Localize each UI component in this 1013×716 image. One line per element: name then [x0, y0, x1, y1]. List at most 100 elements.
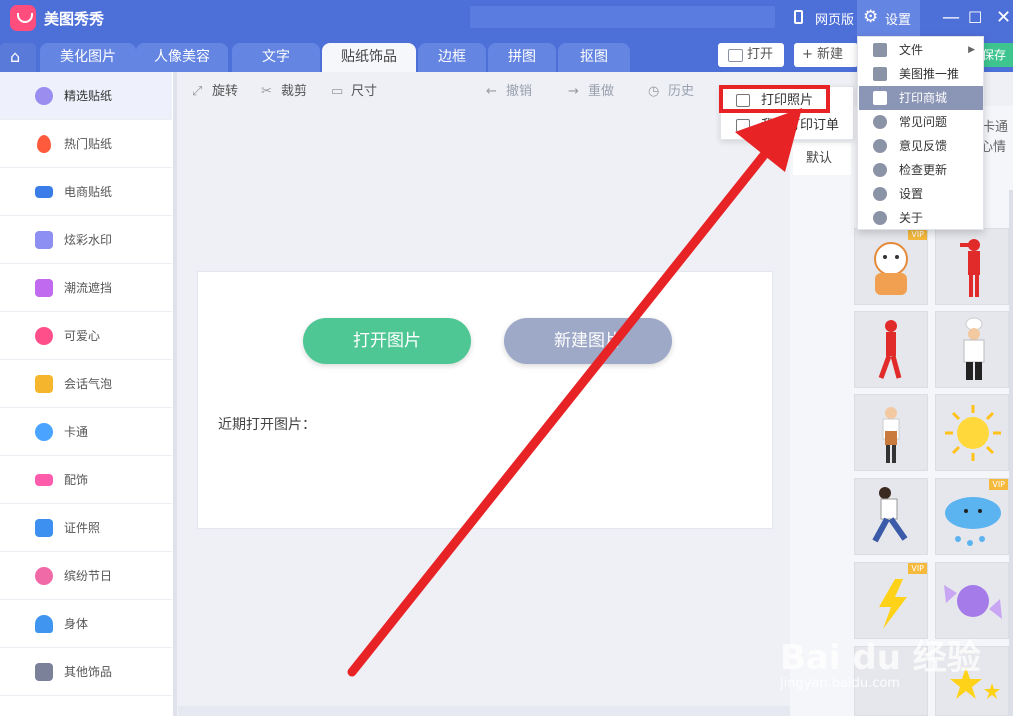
minimize-icon[interactable]: — — [942, 7, 960, 28]
menu-item-label: 美图推一推 — [899, 67, 960, 81]
size-tool[interactable]: ▭ 尺寸 — [331, 80, 377, 99]
sticker-sun[interactable] — [935, 394, 1009, 471]
printer-icon — [873, 91, 887, 105]
speech-bubble-icon — [35, 375, 53, 393]
sidebar-item-id-photo[interactable]: 证件照 — [0, 504, 172, 552]
vip-badge: VIP — [908, 229, 927, 240]
lucky-cat-icon — [874, 242, 908, 295]
menu-item-faq[interactable]: 常见问题 — [859, 110, 983, 134]
feedback-icon — [873, 139, 887, 153]
grid-icon — [35, 663, 53, 681]
redo-arrow-icon: → — [568, 84, 579, 99]
sticker-rain-cloud[interactable]: VIP — [935, 478, 1009, 555]
bottom-status-bar — [178, 706, 790, 716]
bear-icon — [35, 423, 53, 441]
walking-silhouette-icon — [878, 320, 902, 379]
tab-border[interactable]: 边框 — [418, 43, 486, 72]
new-button[interactable]: + 新建 — [794, 43, 858, 67]
menu-item-label: 检查更新 — [899, 163, 948, 177]
baidu-watermark: Bai du 经验 — [780, 638, 981, 678]
tab-text[interactable]: 文字 — [232, 43, 320, 72]
settings-dropdown-menu: 文件 ▶ 美图推一推 打印商城 常见问题 意见反馈 检查更新 设置 关于 — [857, 36, 984, 230]
sidebar-item-hearts[interactable]: 可爱心 — [0, 312, 172, 360]
sticker-waiter[interactable] — [854, 394, 928, 471]
panel-tab-cartoon-partial[interactable]: 卡通 — [982, 116, 1008, 135]
sticker-panel-scrollbar[interactable] — [1009, 190, 1013, 716]
rotate-tool[interactable]: ⤢ 旋转 — [192, 80, 238, 99]
sidebar-scrollbar[interactable] — [173, 72, 177, 716]
sidebar-item-label: 其他饰品 — [64, 665, 113, 679]
sidebar-item-accessories[interactable]: 配饰 — [0, 456, 172, 504]
new-image-button[interactable]: 新建图片 — [504, 318, 672, 364]
tab-default[interactable]: 默认 — [793, 143, 851, 175]
candy-icon — [944, 585, 1002, 619]
sidebar-item-watermark[interactable]: 炫彩水印 — [0, 216, 172, 264]
crop-tool[interactable]: ✂ 裁剪 — [261, 80, 307, 99]
close-icon[interactable]: ✕ — [996, 7, 1011, 28]
sidebar-item-hot[interactable]: 热门贴纸 — [0, 120, 172, 168]
sidebar-item-featured[interactable]: 精选贴纸 — [0, 72, 172, 120]
balloon-icon — [35, 567, 53, 585]
crop-label: 裁剪 — [281, 84, 308, 99]
sidebar-item-ecommerce[interactable]: 电商贴纸 — [0, 168, 172, 216]
history-tool[interactable]: ◷ 历史 — [648, 80, 694, 99]
tab-portrait[interactable]: 人像美容 — [136, 43, 228, 72]
history-label: 历史 — [668, 84, 695, 99]
menu-item-print-mall[interactable]: 打印商城 — [859, 86, 983, 110]
sidebar-item-other[interactable]: 其他饰品 — [0, 648, 172, 696]
recent-images-label: 近期打开图片： — [218, 417, 316, 433]
undo-arrow-icon: ← — [486, 84, 497, 99]
edit-toolbar: ⤢ 旋转 ✂ 裁剪 ▭ 尺寸 ← 撤销 → 重做 ◷ 历史 — [178, 72, 790, 106]
web-version-button[interactable]: 网页版 — [815, 9, 854, 28]
tab-beautify[interactable]: 美化图片 — [40, 43, 136, 72]
my-print-orders-item[interactable]: 我的打印订单 — [721, 113, 853, 139]
gear-icon: ⚙ — [863, 7, 879, 27]
open-button[interactable]: 打开 — [718, 43, 784, 67]
app-logo-icon — [10, 5, 36, 31]
heart-icon — [35, 327, 53, 345]
menu-item-file[interactable]: 文件 ▶ — [859, 38, 983, 62]
sidebar-item-label: 可爱心 — [64, 329, 101, 343]
bow-icon — [35, 474, 53, 486]
sidebar-item-trendy-cover[interactable]: 潮流遮挡 — [0, 264, 172, 312]
sidebar-item-speech-bubble[interactable]: 会话气泡 — [0, 360, 172, 408]
sticker-lucky-cat[interactable]: VIP — [854, 228, 928, 305]
menu-item-check-update[interactable]: 检查更新 — [859, 158, 983, 182]
sticker-chef[interactable] — [935, 311, 1009, 388]
maximize-icon[interactable]: ☐ — [968, 8, 982, 27]
info-icon — [873, 211, 887, 225]
sticker-lightning[interactable]: VIP — [854, 562, 928, 639]
submenu-arrow-icon: ▶ — [968, 45, 975, 55]
tab-cutout[interactable]: 抠图 — [558, 43, 630, 72]
sidebar-item-label: 缤纷节日 — [64, 569, 113, 583]
redo-tool[interactable]: → 重做 — [568, 80, 614, 99]
vip-badge: VIP — [908, 563, 927, 574]
menu-item-settings[interactable]: 设置 — [859, 182, 983, 206]
cover-icon — [35, 279, 53, 297]
home-button[interactable]: ⌂ — [0, 43, 36, 72]
title-bar: 美图秀秀 网页版 ⚙ 设置 — ☐ ✕ — [0, 0, 1013, 36]
featured-sticker-icon — [35, 87, 53, 105]
sticker-candy[interactable] — [935, 562, 1009, 639]
person-icon — [35, 615, 53, 633]
sun-icon — [945, 405, 1001, 461]
sidebar-item-body[interactable]: 身体 — [0, 600, 172, 648]
sidebar-item-festival[interactable]: 缤纷节日 — [0, 552, 172, 600]
title-ad-banner[interactable] — [470, 6, 775, 28]
menu-item-label: 意见反馈 — [899, 139, 948, 153]
resize-icon: ▭ — [331, 84, 344, 99]
sticker-soldier-silhouette[interactable] — [935, 228, 1009, 305]
tab-stickers[interactable]: 贴纸饰品 — [322, 43, 416, 72]
settings-label: 设置 — [885, 13, 912, 28]
open-image-button[interactable]: 打开图片 — [303, 318, 471, 364]
menu-item-about[interactable]: 关于 — [859, 206, 983, 230]
menu-item-promote[interactable]: 美图推一推 — [859, 62, 983, 86]
undo-tool[interactable]: ← 撤销 — [486, 80, 532, 99]
rotate-label: 旋转 — [212, 84, 239, 99]
tab-collage[interactable]: 拼图 — [488, 43, 556, 72]
sticker-running-man[interactable] — [854, 478, 928, 555]
sticker-walking-silhouette[interactable] — [854, 311, 928, 388]
menu-item-feedback[interactable]: 意见反馈 — [859, 134, 983, 158]
sidebar-item-cartoon[interactable]: 卡通 — [0, 408, 172, 456]
waiter-icon — [882, 407, 900, 463]
